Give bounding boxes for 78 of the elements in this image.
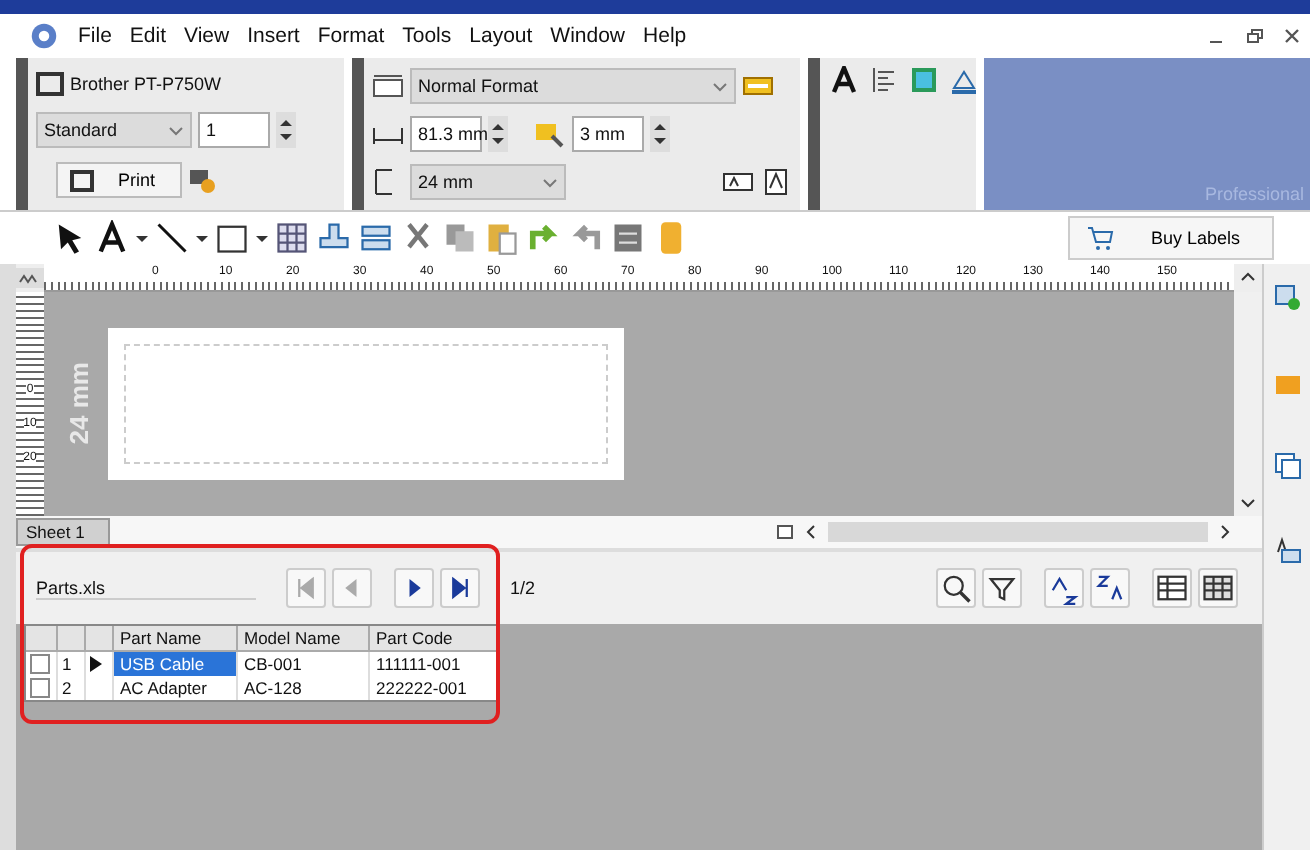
text-frame-icon[interactable]	[722, 168, 754, 196]
cart-icon	[1086, 224, 1115, 252]
row-checkbox[interactable]	[30, 678, 50, 698]
print-button[interactable]: Print	[56, 162, 182, 199]
line-tool-icon[interactable]	[154, 220, 190, 256]
table-icon[interactable]	[274, 220, 310, 256]
printer-name: Brother PT-P750W	[70, 73, 222, 94]
page-icon[interactable]	[776, 522, 796, 542]
copies-field[interactable]: 1	[198, 111, 270, 148]
image-icon[interactable]	[908, 66, 940, 94]
vertical-text-icon[interactable]	[760, 168, 792, 196]
margin-field[interactable]: 3 mm	[572, 116, 644, 152]
sheet-tab[interactable]: Sheet 1	[16, 518, 111, 546]
paste-icon[interactable]	[484, 220, 520, 256]
search-icon[interactable]	[936, 568, 976, 608]
database-file-name: Parts.xls	[36, 577, 256, 599]
row-number: 1	[58, 652, 86, 676]
buy-labels-button[interactable]: Buy Labels	[1068, 216, 1274, 260]
format-dropdown[interactable]: Normal Format	[410, 68, 736, 104]
table-cell: 222222-001	[370, 676, 498, 700]
horizontal-scrollbar[interactable]	[828, 522, 1208, 542]
app-icon	[28, 22, 60, 50]
table-cell: 111111-001	[370, 652, 498, 676]
table-cell: CB-001	[238, 652, 370, 676]
menu-item[interactable]: Format	[317, 24, 385, 48]
last-record-icon[interactable]	[440, 568, 480, 608]
label-icon[interactable]	[742, 72, 774, 100]
caret-icon	[712, 78, 728, 94]
table-cell: USB Cable	[114, 652, 238, 676]
caret-icon	[168, 121, 184, 138]
printer-icon	[70, 168, 94, 193]
restore-icon[interactable]	[1244, 26, 1264, 46]
pages-icon[interactable]	[1273, 452, 1301, 480]
menu-item[interactable]: Edit	[129, 24, 167, 48]
column-header[interactable]: Part Name	[114, 626, 238, 652]
printer-settings-icon[interactable]	[187, 166, 216, 195]
text-tool-icon[interactable]	[94, 220, 130, 256]
menu-item[interactable]: File	[78, 24, 112, 48]
text-label-icon[interactable]	[1273, 536, 1301, 564]
column-header[interactable]: Model Name	[238, 626, 370, 652]
menu-item[interactable]: Help	[643, 24, 687, 48]
sort-ascending-icon[interactable]	[1044, 568, 1084, 608]
spin-buttons-icon[interactable]	[276, 111, 296, 148]
transfer-icon[interactable]	[358, 220, 394, 256]
printer-icon	[36, 69, 64, 98]
copy-icon[interactable]	[442, 220, 478, 256]
zoom-icon[interactable]	[534, 120, 566, 148]
spin-buttons-icon[interactable]	[488, 116, 508, 152]
filter-icon[interactable]	[982, 568, 1022, 608]
grid-view-icon[interactable]	[1152, 568, 1192, 608]
caret-icon	[542, 174, 558, 190]
rectangle-tool-icon[interactable]	[214, 220, 250, 256]
column-header[interactable]: Part Code	[370, 626, 498, 652]
table-cell: AC-128	[238, 676, 370, 700]
tape-width-dropdown[interactable]: 24 mm	[410, 164, 566, 200]
tape-width-label: 24 mm	[64, 362, 96, 446]
menu-item[interactable]: Insert	[247, 24, 300, 48]
menu-item[interactable]: View	[184, 24, 230, 48]
close-icon[interactable]	[1282, 26, 1302, 46]
table-view-icon[interactable]	[1198, 568, 1238, 608]
layout-icon[interactable]	[948, 66, 980, 94]
menu-item[interactable]: Layout	[469, 24, 533, 48]
row-checkbox[interactable]	[30, 654, 50, 674]
add-object-icon[interactable]	[1273, 284, 1301, 312]
row-number: 2	[58, 676, 86, 700]
next-record-icon[interactable]	[394, 568, 434, 608]
menu-item[interactable]: Window	[550, 24, 626, 48]
record-page-count: 1/2	[510, 578, 536, 598]
menu-item[interactable]: Tools	[402, 24, 452, 48]
list-icon[interactable]	[610, 220, 646, 256]
spin-buttons-icon[interactable]	[650, 116, 670, 152]
length-field[interactable]: 81.3 mm	[410, 116, 482, 152]
sort-descending-icon[interactable]	[1090, 568, 1130, 608]
mode-dropdown[interactable]: Standard	[36, 111, 192, 148]
align-icon[interactable]	[868, 66, 900, 94]
table-cell: AC Adapter	[114, 676, 238, 700]
label-format-icon	[372, 72, 404, 100]
text-style-icon[interactable]	[828, 66, 860, 94]
